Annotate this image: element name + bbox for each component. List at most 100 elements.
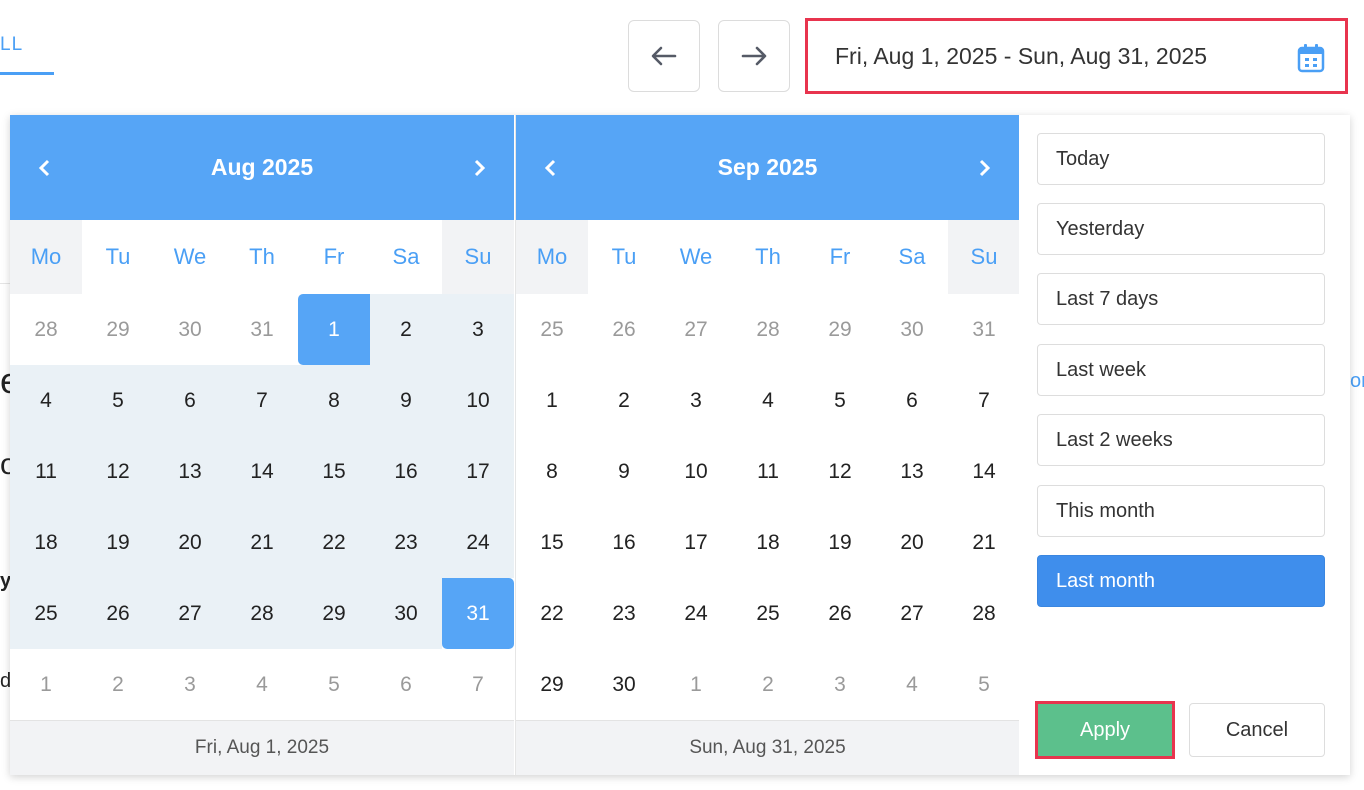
previous-period-button[interactable]: [628, 20, 700, 92]
calendar-day[interactable]: 12: [804, 436, 876, 507]
calendar-day[interactable]: 26: [804, 578, 876, 649]
calendar-day[interactable]: 27: [660, 294, 732, 365]
calendar-day[interactable]: 16: [588, 507, 660, 578]
calendar-day[interactable]: 22: [516, 578, 588, 649]
calendar-day[interactable]: 2: [588, 365, 660, 436]
calendar-day[interactable]: 28: [948, 578, 1020, 649]
calendar-day[interactable]: 5: [804, 365, 876, 436]
calendar-day[interactable]: 28: [732, 294, 804, 365]
background-link-fragment[interactable]: on: [1350, 370, 1364, 393]
calendar-day[interactable]: 1: [516, 365, 588, 436]
calendar-day[interactable]: 19: [82, 507, 154, 578]
calendar-day[interactable]: 4: [226, 649, 298, 720]
calendar-day[interactable]: 9: [588, 436, 660, 507]
calendar-day[interactable]: 18: [10, 507, 82, 578]
calendar-day[interactable]: 3: [804, 649, 876, 720]
calendar-day[interactable]: 15: [516, 507, 588, 578]
calendar-day[interactable]: 16: [370, 436, 442, 507]
calendar-day[interactable]: 17: [442, 436, 514, 507]
calendar-day[interactable]: 28: [226, 578, 298, 649]
calendar-day[interactable]: 6: [876, 365, 948, 436]
calendar-day[interactable]: 27: [876, 578, 948, 649]
calendar-day[interactable]: 14: [948, 436, 1020, 507]
calendar-day[interactable]: 31: [226, 294, 298, 365]
calendar-day[interactable]: 29: [804, 294, 876, 365]
calendar-day[interactable]: 27: [154, 578, 226, 649]
preset-today[interactable]: Today: [1037, 133, 1325, 185]
apply-button[interactable]: Apply: [1035, 701, 1175, 759]
calendar-day[interactable]: 30: [154, 294, 226, 365]
calendar-day[interactable]: 3: [154, 649, 226, 720]
calendar-day[interactable]: 5: [298, 649, 370, 720]
calendar-day[interactable]: 25: [10, 578, 82, 649]
calendar-day[interactable]: 26: [82, 578, 154, 649]
calendar-day[interactable]: 7: [226, 365, 298, 436]
calendar-day[interactable]: 4: [876, 649, 948, 720]
preset-last-7-days[interactable]: Last 7 days: [1037, 273, 1325, 325]
calendar-day[interactable]: 30: [588, 649, 660, 720]
calendar-day[interactable]: 6: [370, 649, 442, 720]
calendar-day[interactable]: 13: [876, 436, 948, 507]
calendar-day[interactable]: 21: [226, 507, 298, 578]
calendar-day[interactable]: 1: [10, 649, 82, 720]
preset-this-month[interactable]: This month: [1037, 485, 1325, 537]
calendar-day[interactable]: 17: [660, 507, 732, 578]
calendar-day[interactable]: 30: [876, 294, 948, 365]
preset-last-month[interactable]: Last month: [1037, 555, 1325, 607]
calendar-day[interactable]: 24: [442, 507, 514, 578]
calendar-day[interactable]: 11: [10, 436, 82, 507]
cancel-button[interactable]: Cancel: [1189, 703, 1325, 757]
calendar-day[interactable]: 1: [298, 294, 370, 365]
calendar-day[interactable]: 10: [442, 365, 514, 436]
calendar-day[interactable]: 18: [732, 507, 804, 578]
calendar-prev-month-button[interactable]: [30, 153, 60, 183]
calendar-day[interactable]: 31: [442, 578, 514, 649]
preset-yesterday[interactable]: Yesterday: [1037, 203, 1325, 255]
calendar-day[interactable]: 3: [660, 365, 732, 436]
calendar-day[interactable]: 20: [876, 507, 948, 578]
calendar-day[interactable]: 28: [10, 294, 82, 365]
calendar-day[interactable]: 13: [154, 436, 226, 507]
calendar-day[interactable]: 21: [948, 507, 1020, 578]
calendar-day[interactable]: 23: [588, 578, 660, 649]
calendar-day[interactable]: 11: [732, 436, 804, 507]
calendar-day[interactable]: 5: [82, 365, 154, 436]
calendar-day[interactable]: 10: [660, 436, 732, 507]
calendar-day[interactable]: 12: [82, 436, 154, 507]
calendar-day[interactable]: 7: [442, 649, 514, 720]
calendar-day[interactable]: 29: [298, 578, 370, 649]
calendar-day[interactable]: 2: [370, 294, 442, 365]
calendar-day[interactable]: 20: [154, 507, 226, 578]
calendar-day[interactable]: 23: [370, 507, 442, 578]
calendar-day[interactable]: 26: [588, 294, 660, 365]
calendar-day[interactable]: 19: [804, 507, 876, 578]
calendar-next-month-button[interactable]: [464, 153, 494, 183]
calendar-day[interactable]: 7: [948, 365, 1020, 436]
calendar-day[interactable]: 25: [732, 578, 804, 649]
preset-last-week[interactable]: Last week: [1037, 344, 1325, 396]
calendar-day[interactable]: 25: [516, 294, 588, 365]
calendar-day[interactable]: 31: [948, 294, 1020, 365]
calendar-day[interactable]: 8: [298, 365, 370, 436]
calendar-day[interactable]: 9: [370, 365, 442, 436]
next-period-button[interactable]: [718, 20, 790, 92]
calendar-day[interactable]: 8: [516, 436, 588, 507]
calendar-day[interactable]: 6: [154, 365, 226, 436]
calendar-icon[interactable]: [1297, 43, 1325, 73]
calendar-day[interactable]: 2: [82, 649, 154, 720]
calendar-day[interactable]: 2: [732, 649, 804, 720]
tab-all[interactable]: LL: [0, 34, 23, 56]
calendar-day[interactable]: 4: [732, 365, 804, 436]
calendar-day[interactable]: 3: [442, 294, 514, 365]
calendar-day[interactable]: 14: [226, 436, 298, 507]
calendar-day[interactable]: 24: [660, 578, 732, 649]
calendar-day[interactable]: 22: [298, 507, 370, 578]
preset-last-2-weeks[interactable]: Last 2 weeks: [1037, 414, 1325, 466]
calendar-day[interactable]: 30: [370, 578, 442, 649]
calendar-prev-month-button[interactable]: [536, 153, 566, 183]
calendar-day[interactable]: 29: [516, 649, 588, 720]
calendar-next-month-button[interactable]: [969, 153, 999, 183]
calendar-day[interactable]: 4: [10, 365, 82, 436]
date-range-input[interactable]: Fri, Aug 1, 2025 - Sun, Aug 31, 2025: [805, 18, 1348, 94]
calendar-day[interactable]: 15: [298, 436, 370, 507]
